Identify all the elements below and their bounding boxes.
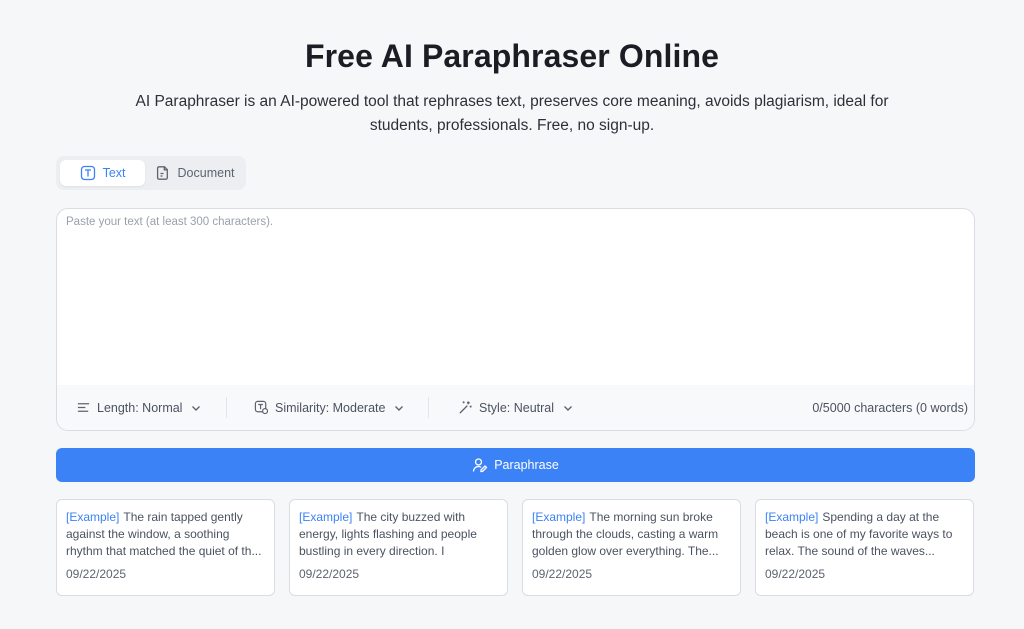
- document-icon: [156, 166, 168, 180]
- chevron-down-icon: [192, 405, 201, 411]
- example-tag: [Example]: [66, 510, 120, 524]
- character-counter: 0/5000 characters (0 words): [812, 400, 968, 415]
- example-card[interactable]: [Example] Spending a day at the beach is …: [755, 499, 974, 596]
- similarity-label: Similarity: Moderate: [275, 400, 386, 415]
- example-text: [Example] The morning sun broke through t…: [532, 509, 731, 560]
- page-title: Free AI Paraphraser Online: [304, 38, 720, 74]
- similarity-dropdown[interactable]: Similarity: Moderate: [254, 385, 404, 430]
- example-tag: [Example]: [532, 510, 586, 524]
- text-icon: [80, 165, 95, 181]
- paraphrase-icon: [473, 458, 488, 473]
- options-divider: [428, 397, 429, 418]
- magic-wand-icon: [459, 401, 472, 414]
- paraphraser-page: Free AI Paraphraser Online AI Paraphrase…: [0, 0, 1024, 629]
- length-icon: [77, 403, 90, 412]
- mode-tabs: Text Document: [56, 156, 246, 190]
- example-text: [Example] The rain tapped gently against …: [66, 509, 265, 560]
- text-editor: Length: Normal Similarity: Moderate: [56, 208, 975, 431]
- example-date: 09/22/2025: [765, 567, 826, 581]
- chevron-down-icon: [564, 405, 573, 411]
- tab-text[interactable]: Text: [60, 160, 146, 186]
- example-card[interactable]: [Example] The morning sun broke through t…: [522, 499, 741, 596]
- example-date: 09/22/2025: [532, 567, 593, 581]
- tab-document-label: Document: [177, 166, 235, 180]
- example-card[interactable]: [Example] The city buzzed with energy, li…: [289, 499, 508, 596]
- example-text: [Example] Spending a day at the beach is …: [765, 509, 964, 560]
- example-text: [Example] The city buzzed with energy, li…: [299, 509, 498, 560]
- text-input[interactable]: [57, 209, 974, 385]
- example-card[interactable]: [Example] The rain tapped gently against …: [56, 499, 275, 596]
- example-list: [Example] The rain tapped gently against …: [56, 499, 975, 596]
- tab-document[interactable]: Document: [147, 160, 242, 186]
- length-dropdown[interactable]: Length: Normal: [76, 385, 201, 430]
- tab-text-label: Text: [102, 166, 126, 180]
- example-date: 09/22/2025: [66, 567, 127, 581]
- options-bar: Length: Normal Similarity: Moderate Styl…: [57, 385, 974, 430]
- style-dropdown[interactable]: Style: Neutral: [458, 385, 573, 430]
- example-tag: [Example]: [765, 510, 819, 524]
- page-subtitle: AI Paraphraser is an AI-powered tool tha…: [135, 93, 889, 134]
- options-divider: [226, 397, 227, 418]
- paraphrase-label: Paraphrase: [494, 458, 559, 472]
- style-label: Style: Neutral: [479, 400, 555, 415]
- length-label: Length: Normal: [97, 400, 183, 415]
- example-date: 09/22/2025: [299, 567, 360, 581]
- chevron-down-icon: [395, 405, 404, 411]
- paraphrase-button[interactable]: Paraphrase: [56, 448, 975, 482]
- example-tag: [Example]: [299, 510, 353, 524]
- similarity-icon: [254, 400, 269, 415]
